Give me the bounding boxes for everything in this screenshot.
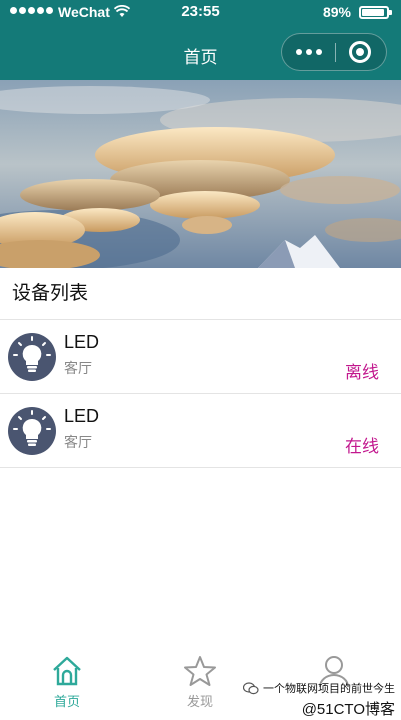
banner-carousel[interactable] (0, 80, 401, 268)
device-room: 客厅 (64, 434, 92, 450)
mini-program-capsule (281, 33, 387, 71)
banner-image (0, 80, 401, 268)
star-icon (184, 656, 216, 686)
device-list-item[interactable]: LED 客厅 离线 (0, 320, 401, 394)
device-name: LED (64, 332, 100, 352)
device-status: 在线 (345, 437, 379, 456)
tab-home-label: 首页 (53, 694, 80, 709)
lightbulb-icon (8, 407, 56, 455)
tab-home[interactable]: 首页 (0, 654, 134, 716)
device-status: 离线 (345, 363, 379, 382)
device-room: 客厅 (64, 360, 92, 376)
lightbulb-icon (8, 333, 56, 381)
top-bar: WeChat 23:55 89% 首页 (0, 0, 401, 80)
watermark-source: @51CTO博客 (301, 701, 395, 718)
device-list-title: 设备列表 (0, 268, 401, 320)
more-options-icon[interactable] (282, 34, 335, 70)
watermark-caption: 一个物联网项目的前世今生 (263, 683, 395, 695)
battery-icon (359, 6, 392, 19)
device-name: LED (64, 406, 100, 426)
wechat-icon (243, 681, 259, 694)
battery-percentage: 89% (322, 4, 351, 20)
home-icon (53, 656, 81, 686)
status-bar: WeChat 23:55 89% (0, 0, 401, 24)
close-mini-program-icon[interactable] (349, 41, 371, 63)
watermark: 一个物联网项目的前世今生 @51CTO博客 (243, 680, 395, 719)
device-list-item[interactable]: LED 客厅 在线 (0, 394, 401, 468)
capsule-divider (335, 43, 336, 62)
